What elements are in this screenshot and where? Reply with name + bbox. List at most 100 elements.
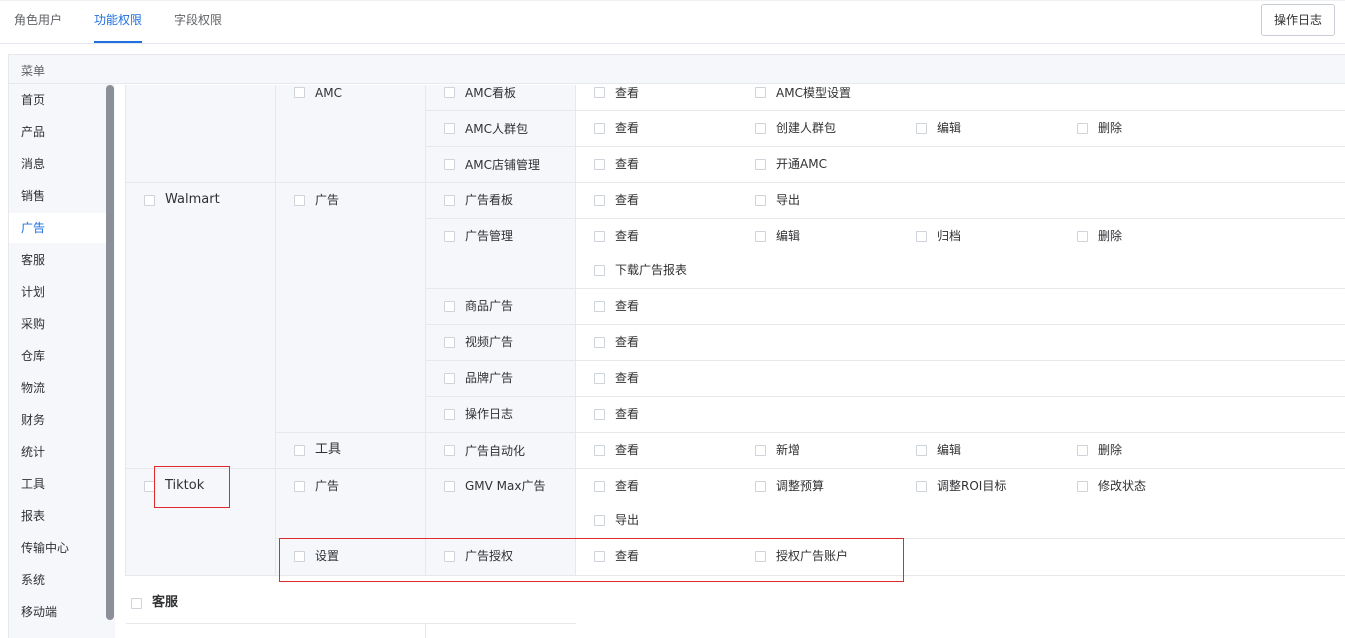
menu-item-ads[interactable]: 广告	[21, 220, 45, 236]
perm-checkbox[interactable]	[755, 231, 766, 242]
menu-item-warehouse[interactable]: 仓库	[21, 348, 45, 364]
perm-label: 新增	[776, 443, 801, 457]
table-left-border	[125, 85, 126, 576]
sidebar-scrollbar[interactable]	[106, 85, 114, 620]
page-checkbox[interactable]	[444, 159, 455, 170]
page-checkbox[interactable]	[444, 337, 455, 348]
page-cell: AMC人群包	[426, 111, 576, 147]
tiktok-ads-module-checkbox[interactable]	[294, 481, 305, 492]
amc-module-checkbox[interactable]	[294, 87, 305, 98]
walmart-ads-module-label: 广告	[315, 193, 340, 207]
module-cell-tiktok-ads: 广告	[276, 469, 426, 539]
perm-checkbox[interactable]	[1077, 445, 1088, 456]
tiktok-ads-module-label: 广告	[315, 479, 340, 493]
page-checkbox[interactable]	[444, 87, 455, 98]
perm-checkbox[interactable]	[594, 515, 605, 526]
menu-item-customer-service[interactable]: 客服	[21, 252, 45, 268]
page-label: AMC看板	[465, 86, 516, 100]
tiktok-checkbox[interactable]	[144, 481, 155, 492]
perm-checkbox[interactable]	[594, 159, 605, 170]
page-cell: 广告自动化	[426, 433, 576, 469]
menu-item-plan[interactable]: 计划	[21, 284, 45, 300]
perm-checkbox[interactable]	[594, 195, 605, 206]
page-label: 商品广告	[465, 299, 514, 313]
perm-label: 查看	[615, 86, 640, 100]
perm-checkbox[interactable]	[1077, 231, 1088, 242]
perm-checkbox[interactable]	[594, 445, 605, 456]
perm-checkbox[interactable]	[594, 481, 605, 492]
perm-checkbox[interactable]	[594, 231, 605, 242]
page-label: 操作日志	[465, 407, 514, 421]
perm-label: 删除	[1098, 443, 1123, 457]
perm-checkbox[interactable]	[916, 481, 927, 492]
page-cell: 视频广告	[426, 325, 576, 361]
walmart-ads-module-checkbox[interactable]	[294, 195, 305, 206]
perm-cell: 查看 调整预算 调整ROI目标 修改状态 导出	[576, 469, 1345, 539]
perm-label: 查看	[615, 121, 640, 135]
perm-checkbox[interactable]	[594, 265, 605, 276]
perm-checkbox[interactable]	[755, 87, 766, 98]
menu-item-reports[interactable]: 报表	[21, 508, 45, 524]
perm-label: 调整ROI目标	[937, 479, 1007, 493]
perm-checkbox[interactable]	[1077, 123, 1088, 134]
active-tab-indicator	[94, 41, 142, 43]
perm-checkbox[interactable]	[594, 373, 605, 384]
perm-checkbox[interactable]	[755, 123, 766, 134]
perm-checkbox[interactable]	[916, 231, 927, 242]
perm-checkbox[interactable]	[755, 159, 766, 170]
menu-item-system[interactable]: 系统	[21, 572, 45, 588]
page-checkbox[interactable]	[444, 123, 455, 134]
tiktok-settings-module-checkbox[interactable]	[294, 551, 305, 562]
perm-checkbox[interactable]	[594, 551, 605, 562]
page-checkbox[interactable]	[444, 551, 455, 562]
walmart-tools-module-checkbox[interactable]	[294, 445, 305, 456]
menu-item-tools[interactable]: 工具	[21, 476, 45, 492]
perm-checkbox[interactable]	[916, 445, 927, 456]
perm-label: 查看	[615, 193, 640, 207]
page-label: AMC店铺管理	[465, 158, 540, 172]
menu-item-transfer-center[interactable]: 传输中心	[21, 540, 69, 556]
menu-item-purchase[interactable]: 采购	[21, 316, 45, 332]
perm-label: 导出	[615, 513, 640, 527]
menu-item-sales[interactable]: 销售	[21, 188, 45, 204]
tab-function-permissions[interactable]: 功能权限	[94, 12, 142, 28]
perm-checkbox[interactable]	[594, 87, 605, 98]
perm-checkbox[interactable]	[755, 551, 766, 562]
page-checkbox[interactable]	[444, 409, 455, 420]
page-checkbox[interactable]	[444, 481, 455, 492]
page-checkbox[interactable]	[444, 445, 455, 456]
walmart-checkbox[interactable]	[144, 195, 155, 206]
page-label: 视频广告	[465, 335, 514, 349]
menu-item-home[interactable]: 首页	[21, 92, 45, 108]
perm-label: 查看	[615, 479, 640, 493]
customer-service-section-label: 客服	[152, 595, 179, 610]
perm-label: 导出	[776, 193, 801, 207]
menu-item-statistics[interactable]: 统计	[21, 444, 45, 460]
perm-checkbox[interactable]	[755, 445, 766, 456]
tab-role-users[interactable]: 角色用户	[14, 12, 62, 28]
tab-field-permissions[interactable]: 字段权限	[174, 12, 222, 28]
page-cell: 广告授权	[426, 539, 576, 576]
menu-item-finance[interactable]: 财务	[21, 412, 45, 428]
menu-item-products[interactable]: 产品	[21, 124, 45, 140]
perm-label: AMC模型设置	[776, 86, 851, 100]
page-checkbox[interactable]	[444, 231, 455, 242]
menu-item-messages[interactable]: 消息	[21, 156, 45, 172]
perm-checkbox[interactable]	[594, 409, 605, 420]
perm-checkbox[interactable]	[755, 481, 766, 492]
perm-checkbox[interactable]	[755, 195, 766, 206]
page-cell: AMC店铺管理	[426, 147, 576, 183]
perm-checkbox[interactable]	[594, 337, 605, 348]
page-checkbox[interactable]	[444, 373, 455, 384]
operation-log-button[interactable]: 操作日志	[1261, 4, 1335, 36]
perm-checkbox[interactable]	[1077, 481, 1088, 492]
menu-item-logistics[interactable]: 物流	[21, 380, 45, 396]
perm-checkbox[interactable]	[916, 123, 927, 134]
perm-label: 创建人群包	[776, 121, 837, 135]
page-checkbox[interactable]	[444, 301, 455, 312]
menu-item-mobile[interactable]: 移动端	[21, 604, 57, 620]
perm-checkbox[interactable]	[594, 123, 605, 134]
customer-service-section-checkbox[interactable]	[131, 598, 142, 609]
perm-checkbox[interactable]	[594, 301, 605, 312]
page-checkbox[interactable]	[444, 195, 455, 206]
